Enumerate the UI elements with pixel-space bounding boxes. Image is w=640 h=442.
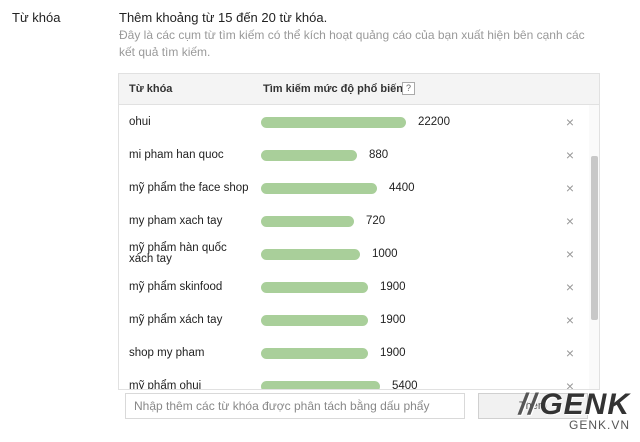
keyword-text: mỹ phẩm the face shop xyxy=(129,182,249,194)
remove-keyword-icon[interactable]: × xyxy=(563,180,577,196)
popularity-value: 1000 xyxy=(372,248,398,260)
help-icon[interactable]: ? xyxy=(402,82,415,95)
keyword-row: mi pham han quoc 880 × xyxy=(119,138,599,171)
table-header: Từ khóa Tìm kiếm mức độ phổ biến ? xyxy=(119,74,599,105)
popularity-value: 1900 xyxy=(380,281,406,293)
keyword-row: ohui 22200 × xyxy=(119,105,599,138)
remove-keyword-icon[interactable]: × xyxy=(563,114,577,130)
popularity-value: 1900 xyxy=(380,314,406,326)
popularity-bar xyxy=(261,183,377,194)
popularity-bar xyxy=(261,282,368,293)
popularity-bar xyxy=(261,249,360,260)
keyword-row: mỹ phẩm the face shop 4400 × xyxy=(119,171,599,204)
section-label: Từ khóa xyxy=(12,10,61,25)
popularity-bar xyxy=(261,348,368,359)
popularity-value: 4400 xyxy=(389,182,415,194)
keyword-row: mỹ phẩm hàn quốc xách tay 1000 × xyxy=(119,237,599,270)
remove-keyword-icon[interactable]: × xyxy=(563,279,577,295)
keyword-description: Đây là các cụm từ tìm kiếm có thể kích h… xyxy=(119,28,585,59)
keyword-row: mỹ phẩm ohui 5400 × xyxy=(119,369,599,390)
keyword-row: mỹ phẩm skinfood 1900 × xyxy=(119,270,599,303)
keyword-table: Từ khóa Tìm kiếm mức độ phổ biến ? ohui 2… xyxy=(118,73,600,390)
popularity-bar xyxy=(261,381,380,389)
popularity-value: 880 xyxy=(369,149,389,161)
genk-logo: //GENK xyxy=(518,388,630,421)
remove-keyword-icon[interactable]: × xyxy=(563,147,577,163)
popularity-bar xyxy=(261,150,357,161)
popularity-bar xyxy=(261,216,354,227)
keyword-text: ohui xyxy=(129,116,151,128)
keyword-list: ohui 22200 × mi pham han quoc 880 × mỹ phẩm th… xyxy=(119,105,599,389)
remove-keyword-icon[interactable]: × xyxy=(563,246,577,262)
popularity-value: 22200 xyxy=(418,116,450,128)
popularity-bar xyxy=(261,315,368,326)
keyword-row: my pham xach tay 720 × xyxy=(119,204,599,237)
keyword-count-hint: Thêm khoảng từ 15 đến 20 từ khóa. xyxy=(119,10,328,25)
keyword-text: shop my pham xyxy=(129,347,205,359)
keyword-text: mỹ phẩm ohui xyxy=(129,380,202,390)
keyword-text: mỹ phẩm xách tay xyxy=(129,314,223,326)
keyword-row: mỹ phẩm xách tay 1900 × xyxy=(119,303,599,336)
remove-keyword-icon[interactable]: × xyxy=(563,213,577,229)
popularity-value: 1900 xyxy=(380,347,406,359)
popularity-bar xyxy=(261,117,406,128)
scrollbar-thumb[interactable] xyxy=(591,156,598,320)
keyword-text: mỹ phẩm hàn quốc xách tay xyxy=(129,242,227,265)
remove-keyword-icon[interactable]: × xyxy=(563,345,577,361)
keyword-text: mi pham han quoc xyxy=(129,149,224,161)
keyword-text: my pham xach tay xyxy=(129,215,223,227)
popularity-value: 5400 xyxy=(392,380,418,390)
popularity-value: 720 xyxy=(366,215,386,227)
column-header-popularity: Tìm kiếm mức độ phổ biến xyxy=(263,83,403,95)
genk-watermark: //GENK GENK.VN xyxy=(519,388,630,432)
keyword-text: mỹ phẩm skinfood xyxy=(129,281,223,293)
remove-keyword-icon[interactable]: × xyxy=(563,312,577,328)
add-keywords-input[interactable] xyxy=(125,393,465,419)
keyword-row: shop my pham 1900 × xyxy=(119,336,599,369)
column-header-keyword: Từ khóa xyxy=(129,83,173,95)
